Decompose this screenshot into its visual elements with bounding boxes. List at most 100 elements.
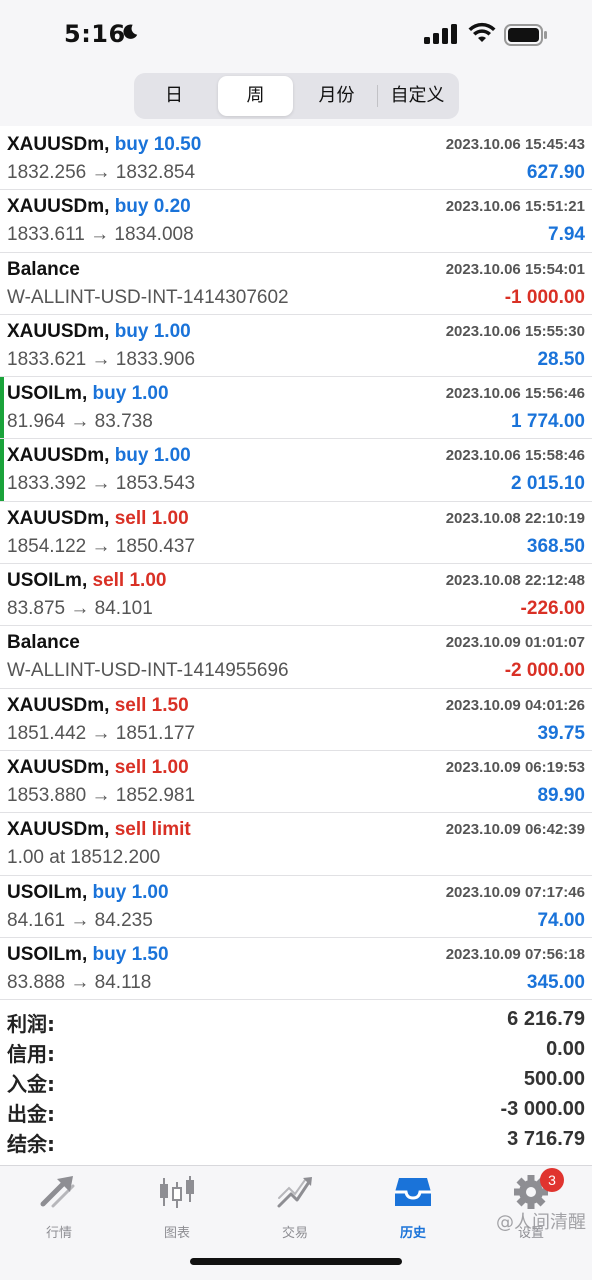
settings-notification-badge: 3: [540, 1168, 564, 1192]
tab-month[interactable]: 月份: [299, 76, 374, 116]
deal-symbol: XAUUSDm,: [7, 756, 110, 778]
deal-detail: 1833.392 → 1853.543: [7, 473, 196, 495]
deal-action: buy 1.00: [114, 445, 191, 467]
candlestick-icon: [160, 1176, 194, 1208]
summary-label: 利润:: [7, 1012, 55, 1036]
deal-profit: 74.00: [537, 909, 585, 931]
deal-time: 2023.10.06 15:58:46: [445, 447, 585, 465]
deal-symbol: XAUUSDm,: [7, 320, 110, 342]
deal-row[interactable]: XAUUSDm, buy 0.20 2023.10.06 15:51:21 1833…: [0, 190, 592, 253]
deal-row[interactable]: USOILm, buy 1.50 2023.10.09 07:56:18 83.88…: [0, 938, 592, 1001]
deal-action: buy 1.50: [92, 943, 169, 965]
summary-row: 信用: 0.00: [0, 1036, 592, 1066]
deal-symbol: XAUUSDm,: [7, 507, 110, 529]
deal-symbol: Balance: [7, 258, 80, 280]
top-bar: 5:16 日 周 月份 自定义: [0, 0, 592, 126]
deal-action: buy 1.00: [114, 320, 191, 342]
deal-row[interactable]: XAUUSDm, sell 1.50 2023.10.09 04:01:26 185…: [0, 689, 592, 751]
deal-action: sell 1.00: [114, 507, 189, 529]
deal-row[interactable]: USOILm, sell 1.00 2023.10.08 22:12:48 83.8…: [0, 564, 592, 627]
deal-time: 2023.10.09 06:19:53: [445, 758, 585, 776]
summary-label: 结余:: [7, 1132, 55, 1156]
summary-label: 信用:: [7, 1042, 55, 1066]
deal-detail: W-ALLINT-USD-INT-1414307602: [7, 286, 289, 308]
tab-custom[interactable]: 自定义: [380, 76, 455, 116]
tab-charts-label: 图表: [163, 1226, 190, 1241]
deal-time: 2023.10.06 15:54:01: [445, 260, 585, 278]
deal-title: XAUUSDm, sell 1.50: [7, 695, 189, 717]
deal-row[interactable]: USOILm, buy 1.00 2023.10.09 07:17:46 84.16…: [0, 876, 592, 938]
deal-title: XAUUSDm, buy 1.00: [7, 445, 191, 467]
battery-icon: [504, 24, 547, 46]
deal-title: XAUUSDm, buy 1.00: [7, 321, 191, 343]
deal-row[interactable]: XAUUSDm, sell 1.00 2023.10.08 22:10:19 185…: [0, 502, 592, 565]
deal-row[interactable]: USOILm, buy 1.00 2023.10.06 15:56:46 81.96…: [0, 377, 592, 440]
tab-charts[interactable]: 图表: [118, 1174, 236, 1241]
deal-detail: 1833.621 → 1833.906: [7, 348, 196, 370]
deal-profit: 7.94: [548, 224, 585, 246]
deal-detail: 84.161 → 84.235: [7, 909, 153, 931]
deal-detail: 83.888 → 84.118: [7, 971, 152, 993]
tab-history-label: 历史: [399, 1226, 426, 1241]
period-selector: 日 周 月份 自定义: [134, 73, 459, 119]
deal-profit: 89.90: [537, 784, 585, 806]
history-summary: 利润: 6 216.79 信用: 0.00 入金: 500.00 出金: -3 000.00 结…: [0, 1006, 592, 1156]
deal-symbol: XAUUSDm,: [7, 819, 110, 841]
deal-title: XAUUSDm, buy 0.20: [7, 196, 191, 218]
cellular-signal-icon: [424, 24, 457, 44]
deal-detail: 1851.442 → 1851.177: [7, 722, 196, 744]
deal-row[interactable]: XAUUSDm, buy 1.00 2023.10.06 15:55:30 1833…: [0, 315, 592, 378]
deal-row[interactable]: XAUUSDm, buy 10.50 2023.10.06 15:45:43 183…: [0, 128, 592, 191]
deal-symbol: USOILm,: [7, 943, 88, 965]
tab-trade[interactable]: 交易: [236, 1174, 354, 1241]
summary-row: 结余: 3 716.79: [0, 1126, 592, 1156]
deal-time: 2023.10.09 07:56:18: [445, 945, 585, 963]
deal-profit: 368.50: [526, 535, 585, 557]
history-deal-list: XAUUSDm, buy 10.50 2023.10.06 15:45:43 183…: [0, 128, 592, 1001]
summary-value: 6 216.79: [507, 1008, 585, 1030]
deal-title: Balance: [7, 632, 80, 654]
deal-profit: 2 015.10: [511, 473, 585, 495]
summary-label: 入金:: [7, 1072, 55, 1096]
tab-quotes[interactable]: 行情: [0, 1174, 118, 1241]
deal-detail: 1.00 at 18512.200: [7, 847, 161, 869]
status-time: 5:16: [64, 20, 126, 48]
tab-quotes-label: 行情: [45, 1226, 72, 1241]
deal-symbol: XAUUSDm,: [7, 694, 110, 716]
deal-detail: 83.875 → 84.101: [7, 598, 153, 620]
segment-divider: [377, 85, 378, 107]
summary-row: 出金: -3 000.00: [0, 1096, 592, 1126]
deal-row[interactable]: Balance 2023.10.09 01:01:07 W-ALLINT-USD-I…: [0, 626, 592, 689]
deal-row[interactable]: XAUUSDm, sell limit 2023.10.09 06:42:39 1.…: [0, 813, 592, 876]
deal-detail: 1833.611 → 1834.008: [7, 224, 194, 246]
tab-day[interactable]: 日: [138, 76, 210, 116]
deal-time: 2023.10.08 22:10:19: [445, 509, 585, 527]
watermark: @人间清醒: [496, 1212, 586, 1233]
deal-action: buy 1.00: [92, 881, 169, 903]
deal-row[interactable]: XAUUSDm, buy 1.00 2023.10.06 15:58:46 1833…: [0, 439, 592, 502]
tab-history[interactable]: 历史: [354, 1174, 472, 1241]
tab-week[interactable]: 周: [218, 76, 293, 116]
deal-profit: -226.00: [520, 598, 585, 620]
deal-title: Balance: [7, 259, 80, 281]
summary-row: 利润: 6 216.79: [0, 1006, 592, 1036]
deal-row[interactable]: XAUUSDm, sell 1.00 2023.10.09 06:19:53 185…: [0, 751, 592, 814]
deal-title: XAUUSDm, sell 1.00: [7, 757, 189, 779]
deal-symbol: XAUUSDm,: [7, 445, 110, 467]
deal-time: 2023.10.09 01:01:07: [445, 634, 585, 652]
summary-row: 入金: 500.00: [0, 1066, 592, 1096]
deal-symbol: XAUUSDm,: [7, 134, 110, 155]
deal-symbol: Balance: [7, 632, 80, 654]
deal-row[interactable]: Balance 2023.10.06 15:54:01 W-ALLINT-USD-I…: [0, 253, 592, 315]
deal-time: 2023.10.09 04:01:26: [445, 696, 585, 714]
summary-value: 3 716.79: [507, 1128, 585, 1150]
summary-label: 出金:: [7, 1102, 55, 1126]
deal-detail: 81.964 → 83.738: [7, 411, 153, 433]
deal-action: sell 1.00: [114, 756, 189, 778]
deal-title: USOILm, buy 1.00: [7, 882, 169, 904]
home-indicator[interactable]: [190, 1258, 402, 1265]
deal-title: USOILm, buy 1.50: [7, 944, 169, 966]
deal-action: buy 0.20: [114, 196, 191, 218]
deal-profit: 1 774.00: [511, 411, 585, 433]
deal-profit: 39.75: [537, 722, 585, 744]
